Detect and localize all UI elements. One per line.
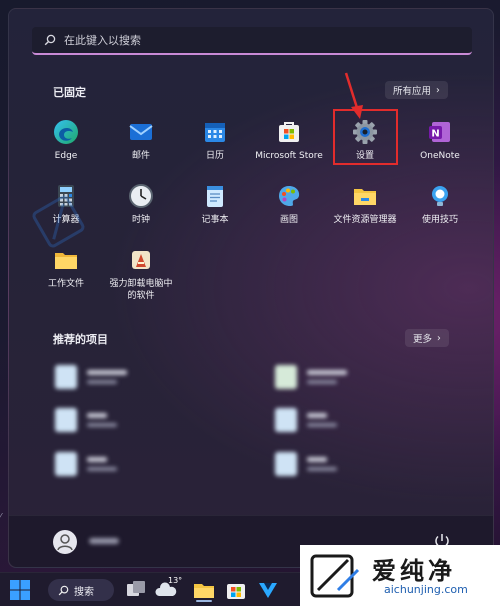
file-thumbnail-icon (275, 408, 297, 432)
file-thumbnail-icon (55, 408, 77, 432)
app-label: 画图 (279, 215, 298, 225)
weather-temp: 13° (168, 576, 183, 585)
chevron-right-icon: › (436, 84, 440, 96)
recommended-item[interactable] (275, 408, 337, 432)
file-thumbnail-icon (55, 365, 77, 389)
clock-icon (129, 184, 153, 208)
app-uninstaller[interactable]: 强力卸载电脑中 的软件 (97, 247, 185, 302)
app-label: 使用技巧 (421, 215, 458, 225)
redacted-item-text (87, 370, 127, 384)
edge-icon (54, 120, 78, 144)
watermark-brand: 爱纯净 (372, 557, 456, 585)
recommended-item[interactable] (275, 365, 347, 389)
app-label-line2: 的软件 (127, 291, 155, 301)
search-icon (44, 34, 56, 46)
windows-start-icon[interactable] (8, 578, 32, 602)
watermark-url: aichunjing.com (384, 583, 468, 596)
app-taskbar-icon[interactable] (256, 578, 280, 602)
start-menu: 在此键入以搜索 已固定 所有应用 › Edge 邮件 日历 Microsoft … (8, 8, 494, 568)
file-thumbnail-icon (275, 365, 297, 389)
recommended-item[interactable] (275, 452, 337, 476)
file-explorer-taskbar-icon[interactable] (192, 578, 216, 602)
red-arrow-annotation (344, 72, 363, 119)
redacted-item-text (307, 457, 337, 471)
redacted-item-text (307, 413, 337, 427)
tips-bulb-icon (432, 186, 448, 206)
onenote-icon: N (429, 122, 450, 142)
app-label: 强力卸载电脑中 的软件 (97, 278, 185, 302)
recommended-item[interactable] (55, 452, 117, 476)
app-label: OneNote (420, 151, 460, 161)
redacted-item-text (307, 370, 347, 384)
app-onenote[interactable]: N OneNote (396, 119, 484, 162)
search-placeholder: 在此键入以搜索 (64, 34, 141, 47)
search-input[interactable]: 在此键入以搜索 (32, 27, 472, 55)
redacted-item-text (87, 413, 117, 427)
recommended-title: 推荐的项目 (53, 333, 108, 346)
weather-widget[interactable]: 13° (154, 576, 184, 602)
store-taskbar-icon[interactable] (224, 578, 248, 602)
all-apps-label: 所有应用 (393, 86, 432, 97)
chevron-right-icon: › (437, 332, 441, 344)
taskbar-search-label: 搜索 (74, 586, 94, 598)
task-view-icon[interactable] (124, 578, 148, 602)
taskbar-search-button[interactable]: 搜索 (48, 579, 114, 601)
app-label-line1: 强力卸载电脑中 (109, 279, 173, 289)
recommended-item[interactable] (55, 365, 127, 389)
store-icon (279, 122, 299, 142)
mail-icon (129, 124, 153, 140)
more-label: 更多 (413, 334, 433, 345)
more-button[interactable]: 更多 › (405, 329, 449, 347)
app-tips[interactable]: 使用技巧 (396, 183, 484, 226)
folder-icon (55, 253, 77, 269)
redacted-item-text (87, 457, 117, 471)
user-avatar[interactable] (53, 530, 77, 554)
file-thumbnail-icon (275, 452, 297, 476)
edge-artifact: ⁄ (0, 512, 2, 521)
all-apps-button[interactable]: 所有应用 › (385, 81, 448, 99)
calculator-icon (58, 185, 74, 207)
svg-text:N: N (431, 129, 439, 140)
uninstaller-icon (132, 251, 150, 269)
aichunjing-logo-icon (310, 554, 360, 598)
notepad-icon (207, 186, 223, 207)
pinned-title: 已固定 (53, 86, 86, 99)
watermark-corner: 爱纯净 aichunjing.com (300, 545, 500, 606)
file-thumbnail-icon (55, 452, 77, 476)
recommended-item[interactable] (55, 408, 117, 432)
app-microsoft-store[interactable]: Microsoft Store (245, 119, 333, 162)
redacted-user-name[interactable] (89, 538, 119, 544)
folder-icon (354, 189, 376, 205)
search-icon (58, 585, 69, 595)
calendar-icon (205, 123, 225, 142)
app-label: Microsoft Store (255, 151, 323, 161)
user-icon (57, 534, 73, 551)
app-paint[interactable]: 画图 (245, 183, 333, 226)
paint-icon (279, 186, 300, 206)
